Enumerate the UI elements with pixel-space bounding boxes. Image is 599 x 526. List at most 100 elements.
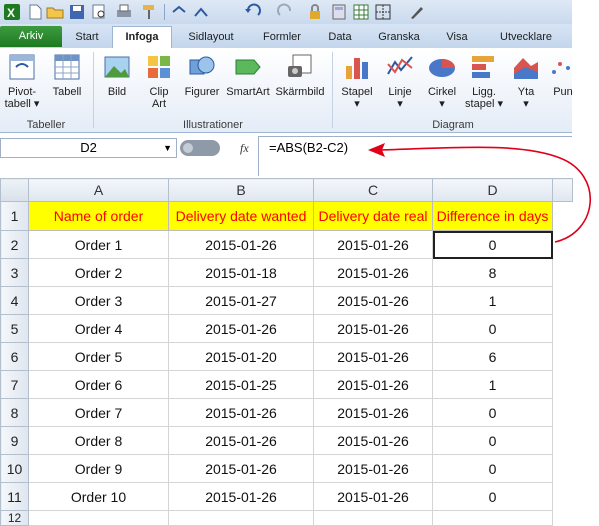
tab-file[interactable]: Arkiv: [0, 26, 62, 47]
cell-c10[interactable]: 2015-01-26: [313, 454, 433, 483]
cell-a2[interactable]: Order 1: [28, 230, 169, 259]
row-header-2[interactable]: 2: [0, 230, 29, 259]
open-icon[interactable]: [46, 3, 64, 21]
cell-b9[interactable]: 2015-01-26: [168, 426, 314, 455]
cell-c9[interactable]: 2015-01-26: [313, 426, 433, 455]
save-icon[interactable]: [68, 3, 86, 21]
smartart-button[interactable]: SmartArt: [224, 52, 272, 98]
scatter-chart-button[interactable]: Pun: [548, 52, 578, 98]
tab-formulas[interactable]: Formler: [254, 27, 310, 47]
column-header-e[interactable]: [552, 178, 573, 202]
cell-d1[interactable]: Difference in days: [432, 201, 553, 231]
column-header-a[interactable]: A: [28, 178, 169, 202]
cell-c3[interactable]: 2015-01-26: [313, 258, 433, 287]
tab-start[interactable]: Start: [68, 27, 106, 47]
row-header-1[interactable]: 1: [0, 201, 29, 231]
formula-input[interactable]: =ABS(B2-C2): [258, 136, 572, 176]
cell-a3[interactable]: Order 2: [28, 258, 169, 287]
select-all-corner[interactable]: [0, 178, 29, 202]
clip-art-button[interactable]: Clip Art: [140, 52, 178, 110]
cell-c8[interactable]: 2015-01-26: [313, 398, 433, 427]
picture-button[interactable]: Bild: [98, 52, 136, 98]
cell-d6[interactable]: 6: [432, 342, 553, 371]
cell-c6[interactable]: 2015-01-26: [313, 342, 433, 371]
cell-d3[interactable]: 8: [432, 258, 553, 287]
cell-d9[interactable]: 0: [432, 426, 553, 455]
undo-icon[interactable]: [192, 3, 210, 21]
column-chart-button[interactable]: Stapel ▾: [336, 52, 378, 110]
lock-icon[interactable]: [306, 3, 324, 21]
borders-icon[interactable]: [374, 3, 392, 21]
cell-a11[interactable]: Order 10: [28, 482, 169, 511]
shapes-button[interactable]: Figurer: [180, 52, 224, 98]
tab-view[interactable]: Visa: [438, 27, 476, 47]
cell-a4[interactable]: Order 3: [28, 286, 169, 315]
cell-b3[interactable]: 2015-01-18: [168, 258, 314, 287]
bar-chart-button[interactable]: Ligg. stapel ▾: [462, 52, 506, 110]
cell-a1[interactable]: Name of order: [28, 201, 169, 231]
print-preview-icon[interactable]: [90, 3, 108, 21]
cell-d8[interactable]: 0: [432, 398, 553, 427]
cell-b8[interactable]: 2015-01-26: [168, 398, 314, 427]
undo-arrow-icon[interactable]: [244, 3, 262, 21]
format-painter-icon[interactable]: [140, 3, 158, 21]
row-header-3[interactable]: 3: [0, 258, 29, 287]
tab-developer[interactable]: Utvecklare: [486, 27, 566, 47]
row-header-7[interactable]: 7: [0, 370, 29, 399]
column-header-c[interactable]: C: [313, 178, 433, 202]
column-header-b[interactable]: B: [168, 178, 314, 202]
pen-icon[interactable]: [408, 3, 426, 21]
row-header-5[interactable]: 5: [0, 314, 29, 343]
row-header-10[interactable]: 10: [0, 454, 29, 483]
new-doc-icon[interactable]: [26, 3, 44, 21]
tab-review[interactable]: Granska: [370, 27, 428, 47]
cell-a9[interactable]: Order 8: [28, 426, 169, 455]
cell-c1[interactable]: Delivery date real: [313, 201, 433, 231]
row-header-9[interactable]: 9: [0, 426, 29, 455]
redo-arrow-icon[interactable]: [276, 3, 294, 21]
screenshot-button[interactable]: Skärmbild: [272, 52, 328, 98]
cell-a5[interactable]: Order 4: [28, 314, 169, 343]
cell-b1[interactable]: Delivery date wanted: [168, 201, 314, 231]
tab-page-layout[interactable]: Sidlayout: [178, 27, 244, 47]
row-header-6[interactable]: 6: [0, 342, 29, 371]
row-header-12[interactable]: 12: [0, 510, 29, 526]
cell-d12[interactable]: [432, 510, 553, 526]
excel-icon[interactable]: X: [3, 3, 21, 21]
table-button[interactable]: Tabell: [48, 52, 86, 98]
row-header-8[interactable]: 8: [0, 398, 29, 427]
tab-insert[interactable]: Infoga: [112, 26, 172, 48]
cell-d4[interactable]: 1: [432, 286, 553, 315]
cell-d5[interactable]: 0: [432, 314, 553, 343]
cell-a7[interactable]: Order 6: [28, 370, 169, 399]
cell-c11[interactable]: 2015-01-26: [313, 482, 433, 511]
cell-c2[interactable]: 2015-01-26: [313, 230, 433, 259]
cell-c12[interactable]: [313, 510, 433, 526]
pie-chart-button[interactable]: Cirkel ▾: [422, 52, 462, 110]
cell-c4[interactable]: 2015-01-26: [313, 286, 433, 315]
name-box[interactable]: D2 ▼: [0, 138, 177, 158]
tab-data[interactable]: Data: [318, 27, 362, 47]
cell-a6[interactable]: Order 5: [28, 342, 169, 371]
cell-b2[interactable]: 2015-01-26: [168, 230, 314, 259]
calculator-icon[interactable]: [330, 3, 348, 21]
cell-b6[interactable]: 2015-01-20: [168, 342, 314, 371]
name-box-dropdown-icon[interactable]: ▼: [163, 139, 172, 157]
cell-b5[interactable]: 2015-01-26: [168, 314, 314, 343]
cell-d11[interactable]: 0: [432, 482, 553, 511]
row-header-4[interactable]: 4: [0, 286, 29, 315]
cell-b4[interactable]: 2015-01-27: [168, 286, 314, 315]
pivot-table-button[interactable]: Pivot-tabell ▾: [2, 52, 42, 110]
cell-b10[interactable]: 2015-01-26: [168, 454, 314, 483]
cell-b7[interactable]: 2015-01-25: [168, 370, 314, 399]
redo-icon[interactable]: [170, 3, 188, 21]
cell-c5[interactable]: 2015-01-26: [313, 314, 433, 343]
cell-b11[interactable]: 2015-01-26: [168, 482, 314, 511]
cell-a8[interactable]: Order 7: [28, 398, 169, 427]
cell-b12[interactable]: [168, 510, 314, 526]
line-chart-button[interactable]: Linje ▾: [380, 52, 420, 110]
table-icon[interactable]: [352, 3, 370, 21]
row-header-11[interactable]: 11: [0, 482, 29, 511]
cell-a10[interactable]: Order 9: [28, 454, 169, 483]
area-chart-button[interactable]: Yta ▾: [506, 52, 546, 110]
